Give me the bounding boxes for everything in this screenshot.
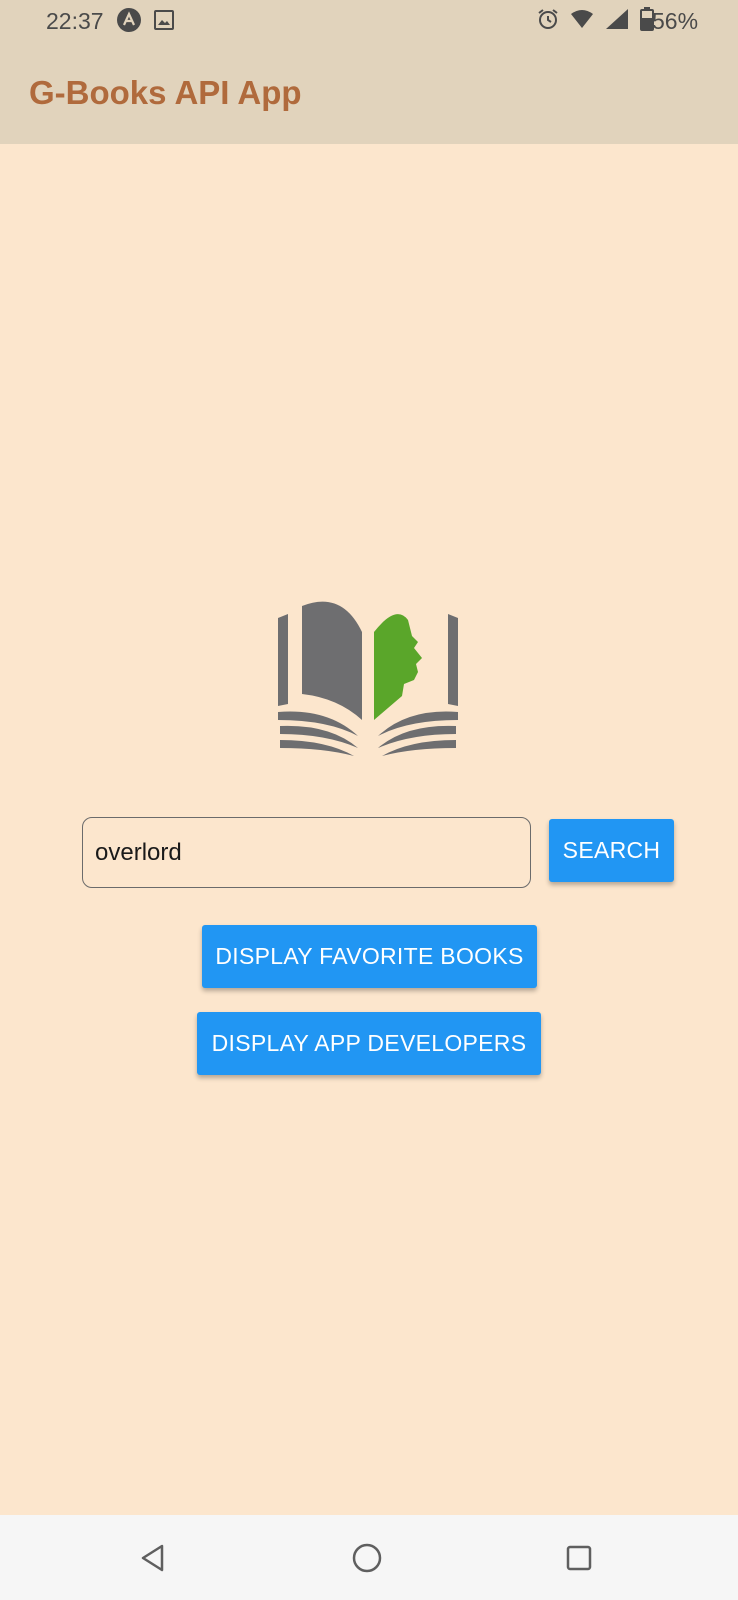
android-notification-icon [116, 7, 142, 39]
back-icon[interactable] [136, 1541, 170, 1575]
search-button[interactable]: SEARCH [549, 819, 674, 882]
status-right-icons [536, 7, 654, 37]
status-bar: 22:37 56% [0, 0, 738, 42]
recents-icon[interactable] [562, 1541, 596, 1575]
open-book-with-face-icon [276, 586, 462, 758]
display-app-developers-button[interactable]: DISPLAY APP DEVELOPERS [197, 1012, 541, 1075]
navigation-bar [0, 1515, 738, 1600]
alarm-icon [536, 7, 560, 37]
display-favorite-books-button[interactable]: DISPLAY FAVORITE BOOKS [202, 925, 537, 988]
app-title: G-Books API App [29, 74, 302, 111]
status-left-icons [116, 7, 176, 39]
wifi-icon [570, 7, 594, 37]
home-icon[interactable] [350, 1541, 384, 1575]
image-notification-icon [152, 8, 176, 38]
status-time: 22:37 [46, 8, 104, 34]
cell-signal-icon [604, 7, 630, 37]
battery-percent: 56% [652, 8, 699, 34]
search-input[interactable] [82, 817, 531, 888]
